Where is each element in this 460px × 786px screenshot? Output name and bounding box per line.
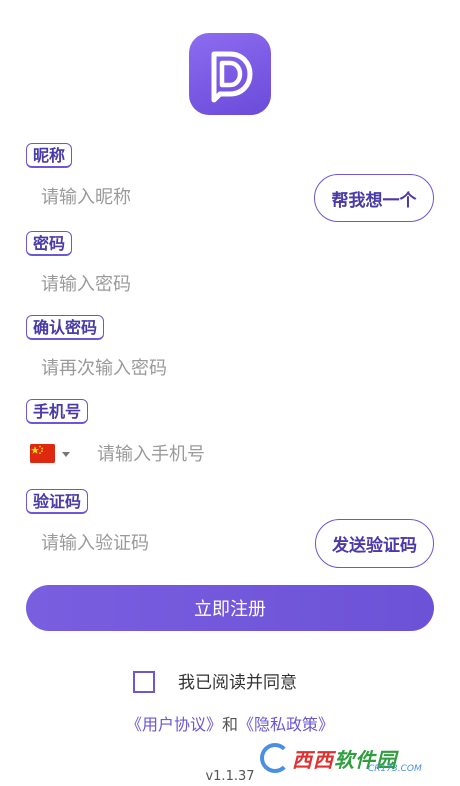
china-flag-icon[interactable] [30,444,55,463]
agree-text: 我已阅读并同意 [178,673,297,693]
user-agreement-link[interactable]: 《用户协议》 [126,715,222,734]
privacy-policy-link[interactable]: 《隐私政策》 [238,715,334,734]
terms-and-text: 和 [221,715,238,734]
app-logo [189,33,271,115]
send-code-button[interactable]: 发送验证码 [315,519,434,568]
app-logo-d-speech-icon [211,51,253,103]
watermark: 西西软件园 CR173.COM [260,740,442,776]
confirm-password-label: 确认密码 [26,315,105,340]
nickname-input[interactable]: 请输入昵称 [41,186,131,210]
confirm-password-input[interactable]: 请再次输入密码 [41,357,167,381]
terms-row: 《用户协议》和《隐私政策》 [0,713,460,737]
watermark-url: CR173.COM [368,764,422,774]
verification-code-input[interactable]: 请输入验证码 [41,532,149,556]
country-dropdown-caret-icon[interactable] [62,452,70,457]
suggest-nickname-button[interactable]: 帮我想一个 [314,174,434,222]
phone-label: 手机号 [26,399,89,424]
password-label: 密码 [26,231,73,256]
nickname-label: 昵称 [26,143,73,168]
phone-input[interactable]: 请输入手机号 [97,443,205,467]
verification-code-label: 验证码 [26,489,89,514]
register-button[interactable]: 立即注册 [26,585,434,631]
watermark-logo-icon [260,743,290,773]
agree-checkbox[interactable] [133,671,155,693]
password-input[interactable]: 请输入密码 [41,273,131,297]
watermark-text-red: 西西 [292,747,334,772]
